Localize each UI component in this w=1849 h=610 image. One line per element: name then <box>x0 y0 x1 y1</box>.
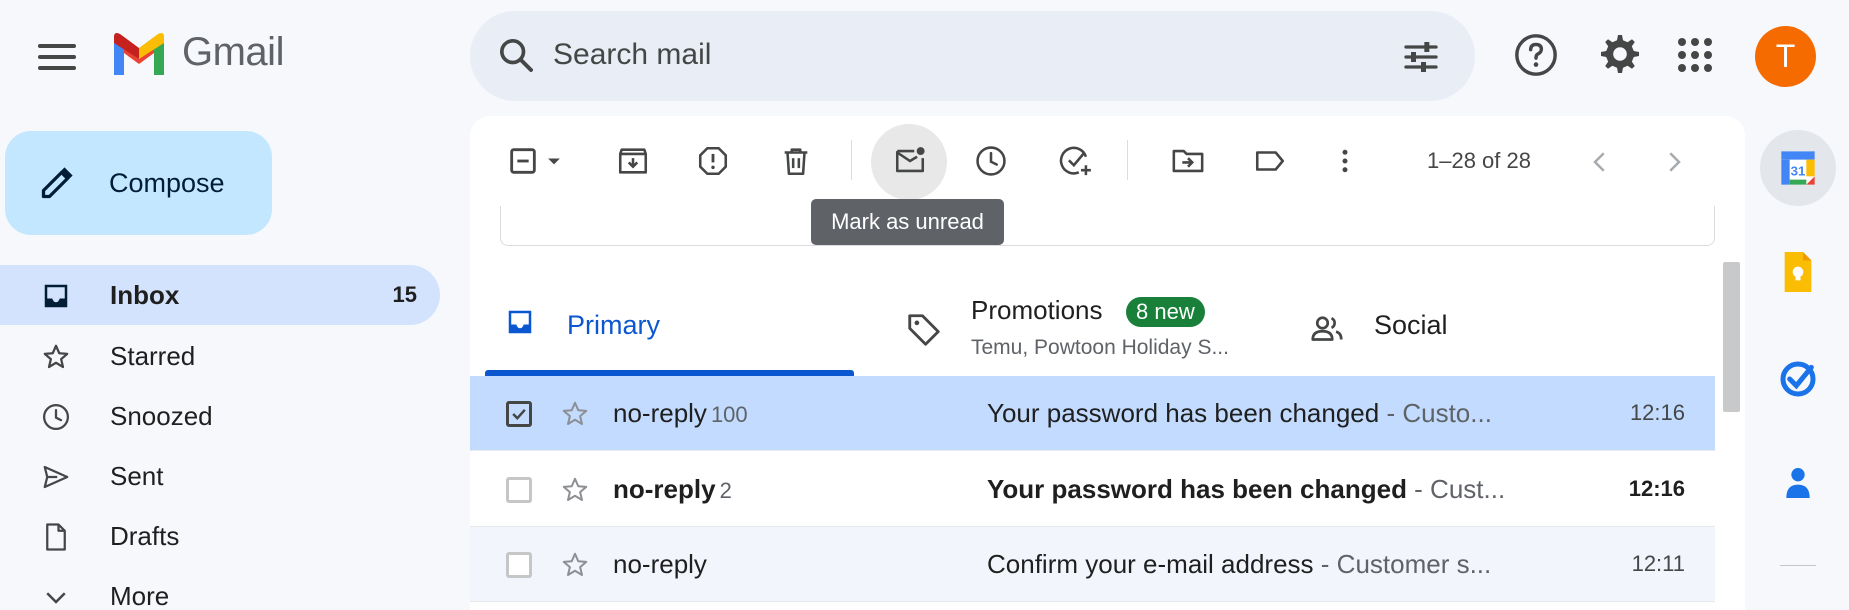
people-icon <box>1311 316 1343 341</box>
calendar-icon: 31 <box>1781 151 1815 185</box>
email-snippet: - Cust... <box>1406 474 1506 504</box>
star-icon[interactable] <box>560 550 590 580</box>
nav-item-sent[interactable]: Sent <box>0 446 440 506</box>
nav-item-drafts[interactable]: Drafts <box>0 506 440 566</box>
nav-label: Starred <box>110 340 196 371</box>
more-vert-icon[interactable] <box>1330 144 1360 178</box>
sender-name: no-reply <box>613 549 707 579</box>
gmail-logo[interactable]: Gmail <box>110 30 284 75</box>
email-subject: Confirm your e-mail address - Customer s… <box>987 549 1492 579</box>
toolbar-divider <box>851 140 852 180</box>
snooze-icon[interactable] <box>974 144 1008 178</box>
settings-gear-icon[interactable] <box>1594 31 1642 79</box>
tab-social[interactable]: Social <box>470 266 1570 376</box>
select-dropdown-icon[interactable] <box>544 151 564 171</box>
keep-icon <box>1784 252 1812 292</box>
search-options-icon[interactable] <box>1401 37 1441 77</box>
star-icon[interactable] <box>560 475 590 505</box>
email-row[interactable]: no-reply Confirm your e-mail address - C… <box>470 527 1715 602</box>
paging-count: 1–28 of 28 <box>1427 148 1531 173</box>
email-time: 12:11 <box>1631 551 1685 576</box>
chevron-left-icon[interactable] <box>1585 147 1615 177</box>
compose-button[interactable]: Compose <box>5 131 272 235</box>
nav-label: More <box>110 580 170 610</box>
email-subject: Your password has been changed - Cust... <box>987 474 1506 504</box>
delete-icon[interactable] <box>779 144 813 178</box>
search-bar[interactable]: Search mail <box>470 11 1475 101</box>
row-checkbox[interactable] <box>506 552 532 578</box>
row-checkbox[interactable] <box>506 401 532 427</box>
thread-count: 100 <box>710 402 748 427</box>
move-to-icon[interactable] <box>1170 144 1206 178</box>
side-panel-divider <box>1780 565 1816 566</box>
nav-label: Inbox <box>110 279 180 310</box>
main-menu-icon[interactable] <box>38 44 76 70</box>
toolbar: 1–28 of 28 <box>470 116 1745 208</box>
chevron-down-icon <box>40 581 72 610</box>
nav-item-inbox[interactable]: Inbox 15 <box>0 265 440 325</box>
email-subject: Your password has been changed - Custo..… <box>987 398 1492 428</box>
email-row[interactable]: no-reply 100 Your password has been chang… <box>470 376 1715 451</box>
email-time: 12:16 <box>1629 400 1685 425</box>
nav-label: Sent <box>110 460 164 491</box>
chevron-right-icon[interactable] <box>1659 147 1689 177</box>
calendar-app-button[interactable]: 31 <box>1760 130 1836 206</box>
search-input[interactable]: Search mail <box>553 38 711 72</box>
gmail-m-icon <box>114 32 164 75</box>
toolbar-divider <box>1127 140 1128 180</box>
email-row[interactable]: no-reply 2 Your password has been changed… <box>470 452 1715 527</box>
send-icon <box>40 461 72 493</box>
mark-unread-icon[interactable] <box>892 144 928 178</box>
row-checkbox[interactable] <box>506 477 532 503</box>
draft-icon <box>40 521 72 553</box>
account-avatar[interactable]: T <box>1755 26 1816 87</box>
nav-label: Snoozed <box>110 400 213 431</box>
sender-name: no-reply 100 <box>613 398 748 428</box>
nav-item-more[interactable]: More <box>0 566 440 610</box>
pencil-icon <box>41 167 73 199</box>
search-icon[interactable] <box>496 35 536 75</box>
clock-icon <box>40 401 72 433</box>
help-icon[interactable] <box>1513 32 1559 78</box>
tasks-icon <box>1780 361 1816 397</box>
star-icon <box>40 341 72 373</box>
unread-count: 15 <box>392 282 417 307</box>
add-to-tasks-icon[interactable] <box>1057 144 1095 178</box>
nav-item-snoozed[interactable]: Snoozed <box>0 386 440 446</box>
tooltip-mark-as-unread: Mark as unread <box>811 199 1004 245</box>
compose-label: Compose <box>109 167 225 198</box>
select-checkbox-icon[interactable] <box>506 144 540 178</box>
label-icon[interactable] <box>1252 144 1288 178</box>
category-tabs: Primary Promotions 8 new Temu, Powtoon H… <box>470 266 1745 376</box>
top-panel-edge <box>500 206 1715 246</box>
inbox-icon <box>40 280 72 312</box>
scrollbar[interactable] <box>1723 262 1740 412</box>
email-time: 12:16 <box>1628 476 1685 501</box>
email-snippet: - Customer s... <box>1313 549 1492 579</box>
nav-label: Drafts <box>110 520 180 551</box>
report-spam-icon[interactable] <box>696 144 730 178</box>
tab-label: Social <box>1374 310 1448 340</box>
contacts-icon <box>1786 468 1810 498</box>
keep-app-button[interactable] <box>1760 234 1836 310</box>
thread-count: 2 <box>719 478 732 503</box>
tasks-app-button[interactable] <box>1760 341 1836 417</box>
star-icon[interactable] <box>560 399 590 429</box>
google-apps-icon[interactable] <box>1678 38 1712 72</box>
contacts-app-button[interactable] <box>1760 445 1836 521</box>
nav-item-starred[interactable]: Starred <box>0 326 440 386</box>
archive-icon[interactable] <box>616 144 650 178</box>
checkmark-icon <box>512 408 526 420</box>
svg-text:31: 31 <box>1791 164 1806 179</box>
message-list-panel: 1–28 of 28 Primary Promotions 8 new Temu… <box>470 116 1745 610</box>
email-snippet: - Custo... <box>1379 398 1492 428</box>
gmail-wordmark: Gmail <box>182 30 284 74</box>
sender-name: no-reply 2 <box>613 474 732 504</box>
